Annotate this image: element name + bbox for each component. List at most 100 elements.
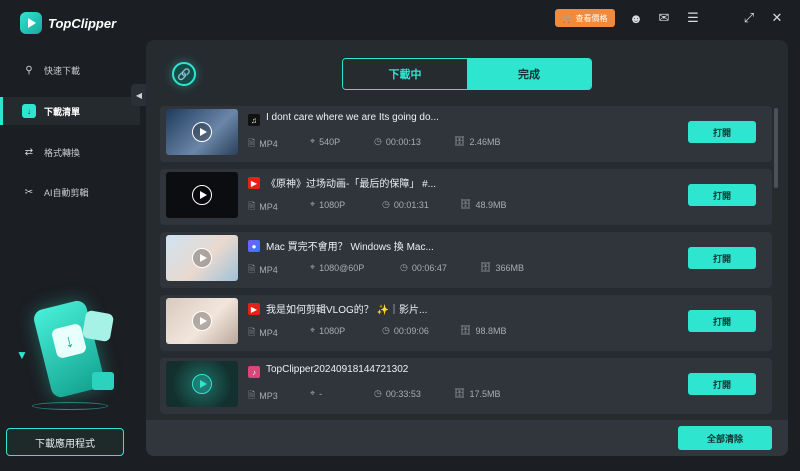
open-button[interactable]: 打開 (688, 184, 756, 206)
user-icon[interactable]: ☻ (627, 9, 645, 27)
play-icon[interactable] (192, 122, 212, 142)
clear-all-button[interactable]: 全部清除 (678, 426, 772, 450)
video-thumbnail[interactable] (166, 235, 238, 281)
sidebar-item-ai-clip[interactable]: ✂ AI自動剪輯 (0, 178, 140, 206)
open-button[interactable]: 打開 (688, 310, 756, 332)
app-window: TopClipper 🛒 查看價格 ☻ ✉ ☰ ⤢ ✕ ⚲ 快速下載 ↓ 下載清… (0, 0, 800, 471)
duration-meta: ◷ 00:00:13 (374, 136, 421, 147)
format-value: MP3 (259, 391, 278, 401)
instagram-icon: ● (248, 240, 260, 252)
video-thumbnail[interactable] (166, 172, 238, 218)
open-button[interactable]: 打開 (688, 121, 756, 143)
item-title: I dont care where we are Its going do... (266, 112, 439, 123)
play-icon[interactable] (192, 248, 212, 268)
list-item: ♪ TopClipper20240918144721302 🗎 MP3 ⌖ - ◷ 0… (160, 358, 772, 414)
sidebar-item-label: AI自動剪輯 (44, 187, 89, 198)
storage-icon: 🗄 (454, 136, 466, 146)
resolution-meta: ⌖ 1080P (310, 199, 345, 210)
clock-icon: ◷ (382, 199, 390, 209)
music-icon: ♪ (248, 366, 260, 378)
duration-meta: ◷ 00:09:06 (382, 325, 429, 336)
list-item: ▶ 我是如何剪輯VLOG的？ ✨｜影片... 🗎 MP4 ⌖ 1080P ◷ 00:0… (160, 295, 772, 351)
open-button[interactable]: 打開 (688, 373, 756, 395)
sidebar-item-download-list[interactable]: ↓ 下載清單 (0, 97, 140, 125)
format-meta: 🗎 MP4 (248, 199, 278, 215)
sidebar-item-label: 下載清單 (44, 106, 81, 117)
storage-icon: 🗄 (460, 199, 472, 209)
size-meta: 🗄 366MB (480, 262, 524, 273)
format-meta: 🗎 MP4 (248, 262, 278, 278)
size-meta: 🗄 48.9MB (460, 199, 506, 210)
sidebar-item-format-convert[interactable]: ⇄ 格式轉換 (0, 138, 140, 166)
duration-meta: ◷ 00:33:53 (374, 388, 421, 399)
resolution-icon: ⌖ (310, 199, 316, 209)
play-icon[interactable] (192, 311, 212, 331)
chevron-left-icon: ◀ (135, 90, 143, 100)
tab-completed[interactable]: 完成 (467, 59, 591, 89)
audio-thumbnail[interactable] (166, 361, 238, 407)
main-panel: 🔗 下載中 完成 ♫ I dont care where we are Its … (146, 40, 788, 456)
format-value: MP4 (259, 202, 278, 212)
restore-icon[interactable]: ⤢ (740, 9, 758, 27)
duration-value: 00:01:31 (393, 199, 429, 210)
menu-icon[interactable]: ☰ (684, 9, 702, 27)
play-icon[interactable] (192, 374, 212, 394)
close-icon[interactable]: ✕ (768, 9, 786, 27)
resolution-meta: ⌖ 1080@60P (310, 262, 364, 273)
collapse-sidebar-button[interactable]: ◀ (131, 84, 147, 106)
storage-icon: 🗄 (480, 262, 492, 272)
size-meta: 🗄 98.8MB (460, 325, 506, 336)
item-title: TopClipper20240918144721302 (266, 364, 409, 375)
clock-icon: ◷ (374, 388, 382, 398)
download-list-icon: ↓ (22, 104, 36, 118)
bottom-bar: 全部清除 (146, 420, 788, 456)
play-icon[interactable] (192, 185, 212, 205)
format-value: MP4 (259, 328, 278, 338)
link-icon[interactable]: 🔗 (172, 62, 196, 86)
video-thumbnail[interactable] (166, 298, 238, 344)
vip-label: 查看價格 (575, 13, 608, 23)
size-value: 17.5MB (469, 388, 501, 399)
format-meta: 🗎 MP3 (248, 388, 278, 404)
app-logo: TopClipper (20, 12, 116, 34)
clock-icon: ◷ (400, 262, 408, 272)
sidebar-item-quick-download[interactable]: ⚲ 快速下載 (0, 56, 140, 84)
duration-meta: ◷ 00:01:31 (382, 199, 429, 210)
resolution-value: - (319, 388, 323, 399)
file-icon: 🗎 (248, 201, 256, 211)
item-title: 我是如何剪輯VLOG的？ ✨｜影片... (266, 305, 428, 316)
list-item: ♫ I dont care where we are Its going do.… (160, 106, 772, 162)
search-icon: ⚲ (25, 64, 33, 76)
size-value: 2.46MB (469, 136, 501, 147)
duration-value: 00:09:06 (393, 325, 429, 336)
tab-downloading[interactable]: 下載中 (343, 59, 467, 89)
clapperboard-icon (92, 372, 114, 390)
format-meta: 🗎 MP4 (248, 325, 278, 341)
pedestal-ring (32, 402, 108, 410)
file-icon: 🗎 (248, 138, 256, 148)
format-value: MP4 (259, 265, 278, 275)
resolution-icon: ⌖ (310, 136, 316, 146)
video-thumbnail[interactable] (166, 109, 238, 155)
duration-meta: ◷ 00:06:47 (400, 262, 447, 273)
resolution-meta: ⌖ 1080P (310, 325, 345, 336)
qr-code-icon (81, 309, 115, 343)
list-scrollbar[interactable] (774, 108, 778, 188)
resolution-meta: ⌖ - (310, 388, 322, 399)
sidebar-item-label: 格式轉換 (44, 147, 81, 158)
size-value: 48.9MB (475, 199, 507, 210)
list-item: ▶ 《原神》过场动画-「最后的保障」 #... 🗎 MP4 ⌖ 1080P ◷ 00:… (160, 169, 772, 225)
duration-value: 00:06:47 (411, 262, 447, 273)
v-logo-icon: ▼ (16, 348, 28, 362)
storage-icon: 🗄 (454, 388, 466, 398)
storage-icon: 🗄 (460, 325, 472, 335)
mail-icon[interactable]: ✉ (655, 9, 673, 27)
file-icon: 🗎 (248, 327, 256, 337)
resolution-value: 1080P (319, 325, 346, 336)
resolution-icon: ⌖ (310, 262, 316, 272)
clock-icon: ◷ (382, 325, 390, 335)
convert-icon: ⇄ (24, 146, 34, 158)
vip-button[interactable]: 🛒 查看價格 (555, 9, 615, 27)
open-button[interactable]: 打開 (688, 247, 756, 269)
download-app-button[interactable]: 下載應用程式 (6, 428, 124, 456)
